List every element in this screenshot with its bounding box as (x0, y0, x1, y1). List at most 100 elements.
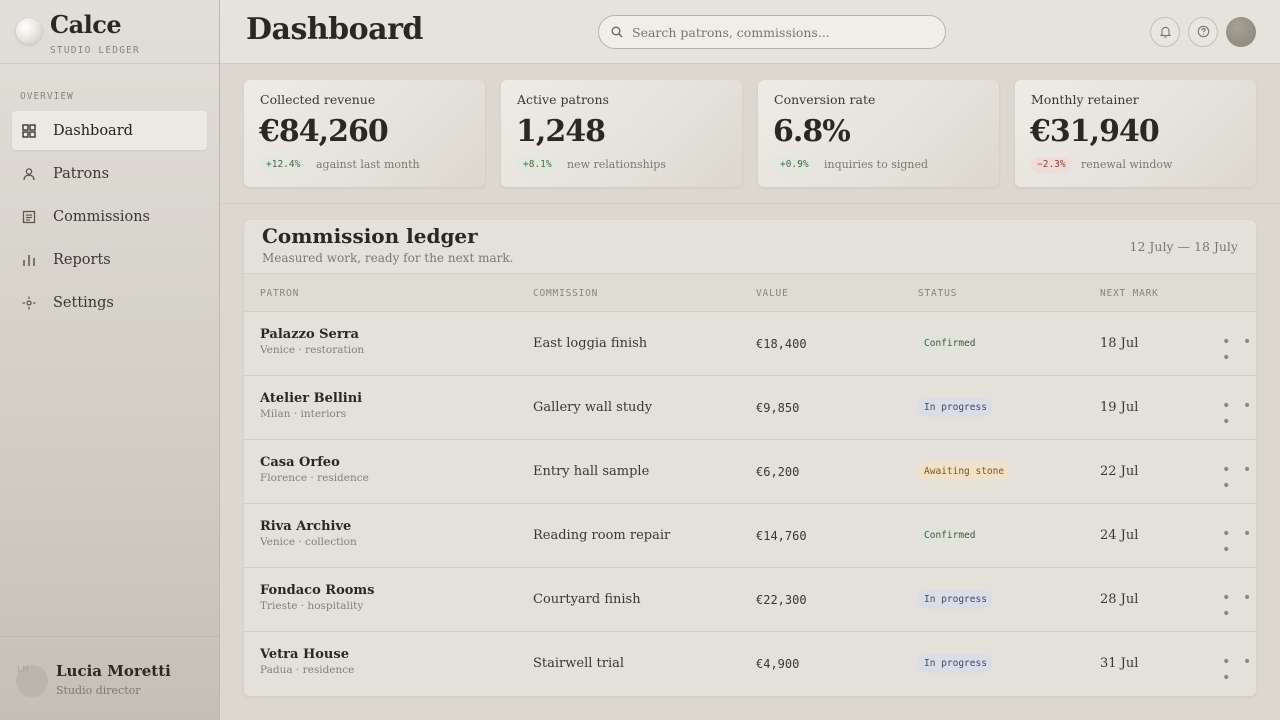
brand[interactable]: Calce STUDIO LEDGER (16, 10, 206, 62)
table-header: PATRON COMMISSION VALUE STATUS NEXT MARK (244, 273, 1256, 311)
status-badge: Confirmed (918, 334, 982, 353)
document-icon (22, 210, 36, 224)
patron-cell: Atelier Bellini Milan · interiors (260, 391, 362, 420)
patron-name: Vetra House (260, 647, 349, 662)
brand-subtitle: STUDIO LEDGER (50, 45, 140, 56)
patron-meta: Venice · restoration (260, 344, 365, 356)
next-mark-cell: 22 Jul (1100, 464, 1139, 479)
settings-icon (22, 296, 36, 310)
stat-card-patrons[interactable]: Active patrons 1,248 +8.1% new relations… (501, 80, 742, 187)
column-header-patron[interactable]: PATRON (260, 288, 299, 299)
sidebar-item-dashboard[interactable]: Dashboard (12, 111, 207, 150)
stat-note: against last month (316, 158, 420, 171)
search-bar[interactable] (598, 15, 946, 49)
brand-name: Calce (50, 10, 122, 39)
sidebar-item-commissions[interactable]: Commissions (12, 197, 207, 236)
stat-label: Active patrons (517, 92, 609, 107)
row-more-button[interactable]: • • • (1222, 526, 1256, 558)
sidebar-item-label: Reports (53, 251, 111, 268)
avatar-initials: LM (17, 665, 29, 675)
table-row[interactable]: Palazzo Serra Venice · restoration East … (244, 311, 1256, 375)
stat-delta-badge: +0.9% (774, 157, 815, 173)
stat-note: new relationships (567, 158, 666, 171)
commission-ledger: Commission ledger Measured work, ready f… (244, 220, 1256, 696)
sidebar-item-settings[interactable]: Settings (12, 283, 207, 322)
value-cell: €18,400 (756, 337, 807, 351)
patron-meta: Venice · collection (260, 536, 357, 548)
patron-meta: Padua · residence (260, 664, 355, 676)
sidebar-item-patrons[interactable]: Patrons (12, 154, 207, 193)
notifications-button[interactable] (1150, 17, 1180, 47)
sidebar-item-label: Commissions (53, 208, 150, 225)
next-mark-cell: 24 Jul (1100, 528, 1139, 543)
top-header: Dashboard (220, 0, 1280, 64)
patron-name: Riva Archive (260, 519, 352, 534)
table-row[interactable]: Riva Archive Venice · collection Reading… (244, 503, 1256, 567)
row-more-button[interactable]: • • • (1222, 334, 1256, 366)
nav-section-heading: OVERVIEW (20, 91, 74, 102)
column-header-next-mark[interactable]: NEXT MARK (1100, 288, 1159, 299)
grid-icon (22, 123, 36, 138)
divider (0, 63, 219, 64)
table-row[interactable]: Fondaco Rooms Trieste · hospitality Cour… (244, 567, 1256, 631)
commission-cell: Reading room repair (533, 528, 671, 543)
stat-card-conversion[interactable]: Conversion rate 6.8% +0.9% inquiries to … (758, 80, 999, 187)
status-badge: In progress (918, 398, 993, 417)
next-mark-cell: 28 Jul (1100, 592, 1139, 607)
patron-name: Casa Orfeo (260, 455, 340, 470)
stat-value: €31,940 (1030, 114, 1160, 149)
sidebar-nav: Dashboard Patrons Commissions Reports Se… (12, 111, 207, 326)
search-input[interactable] (632, 24, 932, 40)
stat-label: Conversion rate (774, 92, 876, 107)
stat-card-revenue[interactable]: Collected revenue €84,260 +12.4% against… (244, 80, 485, 187)
patron-meta: Trieste · hospitality (260, 600, 364, 612)
ledger-subtitle: Measured work, ready for the next mark. (262, 251, 514, 265)
row-more-button[interactable]: • • • (1222, 654, 1256, 686)
user-name: Lucia Moretti (56, 662, 171, 680)
table-row[interactable]: Casa Orfeo Florence · residence Entry ha… (244, 439, 1256, 503)
stat-card-retainer[interactable]: Monthly retainer €31,940 −2.3% renewal w… (1015, 80, 1256, 187)
patron-cell: Fondaco Rooms Trieste · hospitality (260, 583, 375, 612)
row-more-button[interactable]: • • • (1222, 398, 1256, 430)
user-role: Studio director (56, 684, 141, 697)
patron-name: Fondaco Rooms (260, 583, 375, 598)
stat-note: renewal window (1081, 158, 1173, 171)
account-avatar[interactable] (1226, 17, 1256, 47)
column-header-value[interactable]: VALUE (756, 288, 789, 299)
stats-section: Collected revenue €84,260 +12.4% against… (244, 80, 1256, 187)
bell-icon (1159, 23, 1172, 42)
person-icon (22, 167, 36, 181)
help-button[interactable] (1188, 17, 1218, 47)
sidebar-item-reports[interactable]: Reports (12, 240, 207, 279)
status-badge: In progress (918, 590, 993, 609)
commission-cell: Entry hall sample (533, 464, 650, 479)
commission-cell: Stairwell trial (533, 656, 625, 671)
status-badge: Awaiting stone (918, 462, 1011, 481)
search-icon (611, 26, 623, 38)
row-more-button[interactable]: • • • (1222, 462, 1256, 494)
date-range[interactable]: 12 July — 18 July (1130, 239, 1238, 254)
patron-name: Palazzo Serra (260, 327, 359, 342)
user-profile[interactable]: LM Lucia Moretti Studio director (0, 636, 219, 720)
row-more-button[interactable]: • • • (1222, 590, 1256, 622)
stat-delta-badge: +12.4% (260, 157, 307, 173)
sidebar-item-label: Patrons (53, 165, 110, 182)
status-badge: In progress (918, 654, 993, 673)
patron-meta: Milan · interiors (260, 408, 347, 420)
value-cell: €14,760 (756, 529, 807, 543)
sidebar: Calce STUDIO LEDGER OVERVIEW Dashboard P… (0, 0, 220, 720)
ledger-title: Commission ledger (262, 224, 478, 248)
bar-chart-icon (22, 253, 36, 267)
stat-delta-badge: +8.1% (517, 157, 558, 173)
stat-value: €84,260 (259, 114, 389, 149)
next-mark-cell: 19 Jul (1100, 400, 1139, 415)
commission-cell: East loggia finish (533, 336, 648, 351)
table-row[interactable]: Vetra House Padua · residence Stairwell … (244, 631, 1256, 695)
table-row[interactable]: Atelier Bellini Milan · interiors Galler… (244, 375, 1256, 439)
value-cell: €22,300 (756, 593, 807, 607)
value-cell: €6,200 (756, 465, 800, 479)
status-badge: Confirmed (918, 526, 982, 545)
column-header-status[interactable]: STATUS (918, 288, 957, 299)
column-header-commission[interactable]: COMMISSION (533, 288, 598, 299)
stat-note: inquiries to signed (824, 158, 929, 171)
